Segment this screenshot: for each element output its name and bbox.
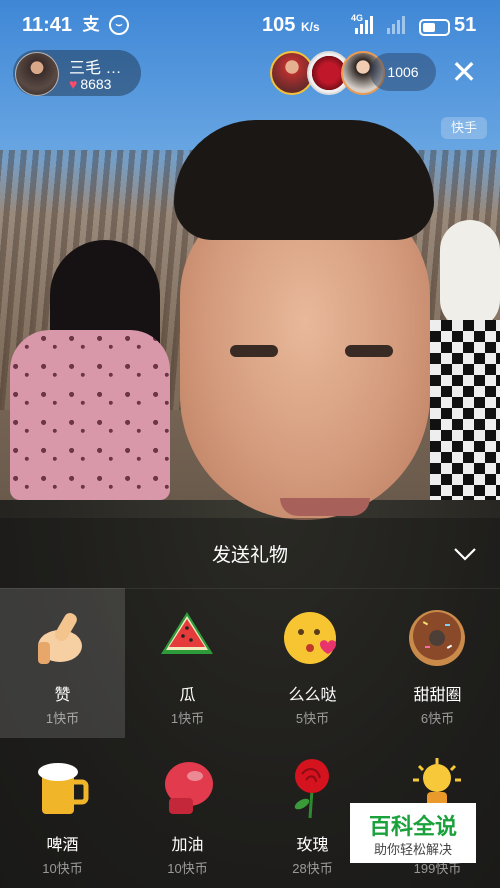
hair [174, 120, 434, 240]
viewer-count[interactable]: 1006 [370, 53, 436, 91]
gift-item-tiantianquan[interactable]: 甜甜圈 6快币 [375, 588, 500, 738]
background-woman [10, 240, 170, 605]
battery-percent: 51 [454, 14, 477, 36]
donut-icon [409, 610, 465, 666]
mouth [280, 498, 370, 516]
gift-name: 啤酒 [46, 837, 79, 854]
status-bar: 11:41 支 ⌣ 105 K/s 4G 51 [0, 0, 500, 48]
likes-count: 8683 [80, 76, 112, 92]
gift-item-gua[interactable]: 瓜 1快币 [125, 588, 250, 738]
kuaishou-watermark: 快手 [441, 117, 487, 139]
gift-price: 1快币 [45, 711, 80, 726]
gift-price: 10快币 [167, 861, 208, 876]
gift-name: 甜甜圈 [413, 687, 462, 704]
watermelon-icon [161, 612, 213, 654]
baike-logo-subtitle: 助你轻松解决 [373, 842, 452, 857]
gift-item-pijiu[interactable]: 啤酒 10快币 [0, 738, 125, 888]
boxing-glove-icon [165, 762, 213, 814]
network-speed-unit: K/s [300, 20, 320, 34]
gift-panel-header: 发送礼物 [0, 518, 500, 589]
thumbs-up-icon [38, 613, 82, 664]
heart-icon: ♥ [69, 76, 78, 92]
left-eye [230, 345, 278, 357]
gift-name: 瓜 [179, 687, 196, 704]
network-speed: 105 K/s [262, 14, 320, 36]
right-eye [345, 345, 393, 357]
signal-icon [355, 16, 375, 34]
gift-price: 1快币 [170, 711, 205, 726]
gift-name: 么么哒 [288, 687, 337, 704]
streamer-info[interactable]: 三毛 … ♥ 8683 [13, 50, 141, 96]
woman-top [10, 330, 170, 500]
streamer-likes: ♥ 8683 [69, 76, 111, 92]
status-time: 11:41 [22, 14, 73, 36]
gift-price: 5快币 [295, 711, 330, 726]
signal-2-icon [387, 16, 407, 34]
app-notification-icon: ⌣ [109, 15, 129, 35]
gift-price: 6快币 [420, 711, 455, 726]
close-icon[interactable]: ✕ [446, 55, 482, 91]
streamer-face-video [150, 120, 470, 560]
rose-icon [294, 759, 329, 819]
gift-price: 10快币 [42, 861, 83, 876]
alipay-notification-icon: 支 [82, 15, 100, 34]
baike-logo-title: 百科全说 [368, 814, 457, 839]
chevron-down-icon[interactable] [453, 542, 477, 566]
gift-panel-title: 发送礼物 [211, 545, 288, 566]
gift-name: 加油 [171, 837, 204, 854]
gift-item-jiayou[interactable]: 加油 10快币 [125, 738, 250, 888]
kiss-face-icon [284, 612, 336, 664]
streamer-avatar[interactable] [15, 52, 59, 96]
battery-icon [419, 19, 450, 36]
gift-item-zan[interactable]: 赞 1快币 [0, 588, 125, 738]
beer-icon [38, 763, 89, 814]
gift-item-memeda[interactable]: 么么哒 5快币 [250, 588, 375, 738]
baike-logo: 百科全说 助你轻松解决 [350, 803, 476, 863]
streamer-name: 三毛 … [69, 60, 122, 77]
gift-name: 赞 [54, 687, 71, 704]
